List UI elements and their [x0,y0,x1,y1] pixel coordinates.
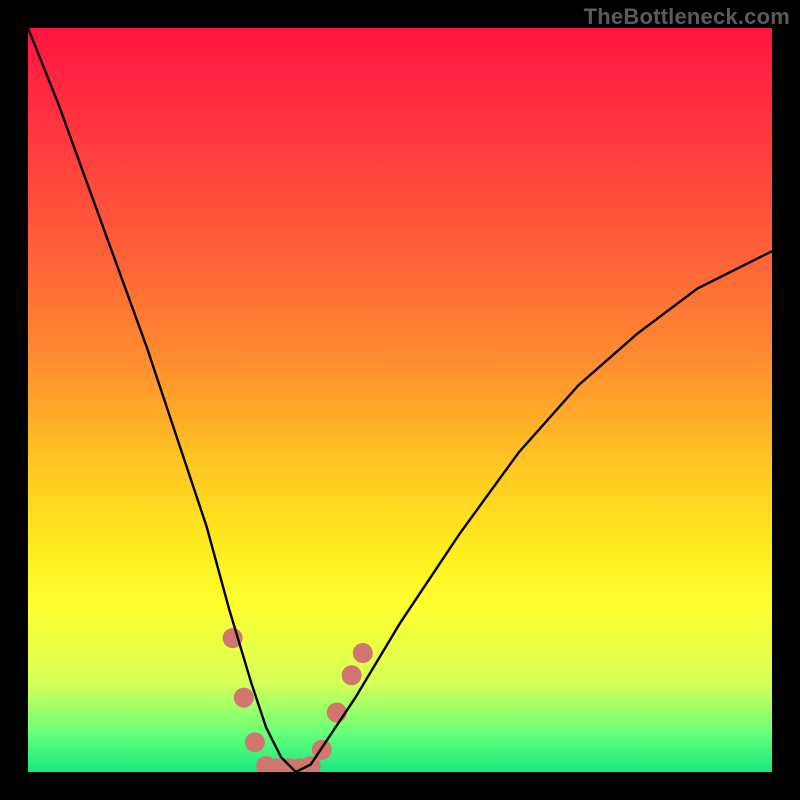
watermark-text: TheBottleneck.com [584,4,790,30]
curve-layer [28,28,772,772]
highlight-dot [342,665,362,685]
highlight-dot [353,643,373,663]
highlight-dot [234,688,254,708]
bottleneck-curve [28,28,772,772]
plot-area [28,28,772,772]
chart-frame: TheBottleneck.com [0,0,800,800]
highlight-dot [245,732,265,752]
highlight-dots [223,628,373,772]
highlight-dot [327,703,347,723]
